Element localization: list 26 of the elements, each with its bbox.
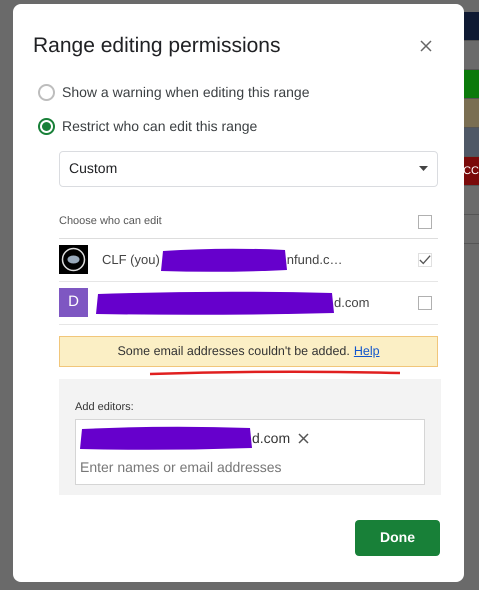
radio-button[interactable] bbox=[38, 118, 55, 134]
permission-dropdown[interactable]: Custom bbox=[59, 150, 438, 186]
editor-name: CLF (you) bbox=[102, 250, 160, 269]
editor-email: nfund.c… bbox=[286, 250, 342, 269]
avatar: D bbox=[59, 288, 88, 317]
check-icon bbox=[419, 254, 431, 266]
close-icon[interactable] bbox=[420, 40, 432, 52]
editor-email: d.com bbox=[334, 294, 370, 312]
help-link[interactable]: Help bbox=[354, 342, 380, 360]
field-label: Add editors: bbox=[75, 400, 135, 414]
dialog-title: Range editing permissions bbox=[33, 33, 280, 59]
checkbox[interactable] bbox=[418, 296, 432, 310]
radio-label: Show a warning when editing this range bbox=[62, 82, 310, 102]
warning-text: Some email addresses couldn't be added. bbox=[117, 342, 350, 360]
done-button[interactable]: Done bbox=[355, 520, 440, 556]
email-chip-text: d.com bbox=[252, 428, 290, 448]
radio-button[interactable] bbox=[38, 84, 55, 100]
logo-icon bbox=[59, 245, 88, 274]
section-label: Choose who can edit bbox=[59, 214, 162, 230]
cell-text: CC bbox=[463, 164, 479, 179]
radio-label: Restrict who can edit this range bbox=[62, 116, 258, 136]
remove-icon[interactable] bbox=[298, 432, 310, 444]
editors-field[interactable]: d.com Enter names or email addresses bbox=[75, 419, 425, 485]
caret-icon bbox=[419, 166, 428, 171]
editors-input[interactable]: Enter names or email addresses bbox=[80, 457, 420, 478]
checkbox[interactable] bbox=[418, 214, 432, 228]
